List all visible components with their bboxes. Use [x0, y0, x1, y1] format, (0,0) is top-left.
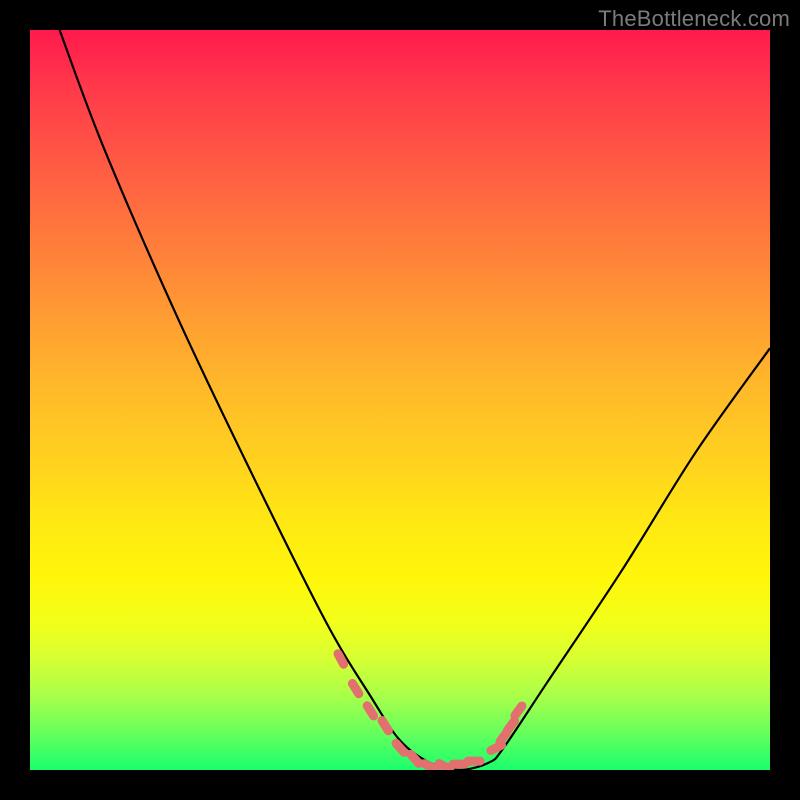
marker-dot: [382, 721, 388, 731]
bottleneck-curve: [60, 30, 770, 770]
chart-svg: [30, 30, 770, 770]
marker-dot: [500, 732, 507, 742]
markers-group: [338, 654, 522, 769]
marker-dot: [439, 764, 450, 769]
marker-dot: [352, 684, 358, 694]
watermark-text: TheBottleneck.com: [598, 6, 790, 32]
marker-dot: [411, 754, 419, 763]
marker-dot: [338, 654, 344, 665]
plot-area: [30, 30, 770, 770]
marker-dot: [515, 706, 522, 716]
marker-dot: [367, 706, 373, 716]
marker-dot: [491, 745, 502, 750]
marker-dot: [507, 721, 514, 731]
marker-dot: [424, 764, 435, 769]
chart-frame: TheBottleneck.com: [0, 0, 800, 800]
marker-dot: [396, 743, 404, 752]
